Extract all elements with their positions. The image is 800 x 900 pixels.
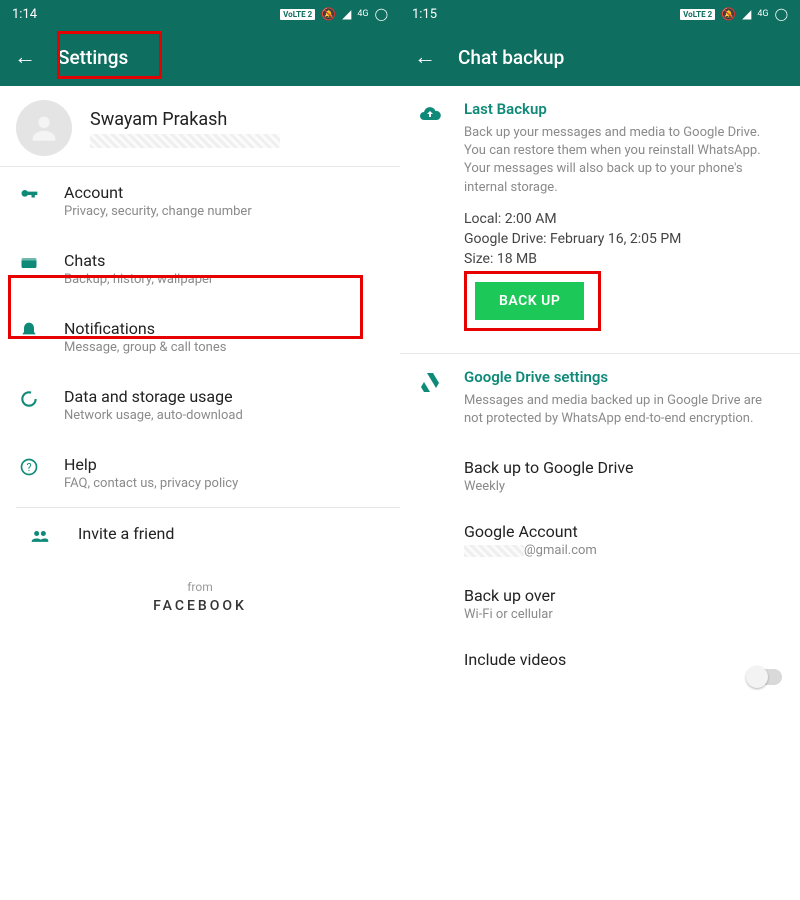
- volte-icon: VoLTE 2: [680, 9, 715, 20]
- profile-name: Swayam Prakash: [90, 109, 280, 130]
- local-time: Local: 2:00 AM: [464, 211, 784, 227]
- include-videos-toggle[interactable]: [748, 669, 782, 685]
- settings-screen: 1:14 VoLTE 2 🔕 ◢ 4G ◯ ← Settings Swayam …: [0, 0, 400, 900]
- row-sub: Weekly: [464, 479, 800, 494]
- row-sub: FAQ, contact us, privacy policy: [64, 476, 238, 491]
- page-title: Chat backup: [458, 46, 564, 69]
- status-bar: 1:14 VoLTE 2 🔕 ◢ 4G ◯: [0, 0, 400, 28]
- app-bar: ← Settings: [0, 28, 400, 86]
- last-backup-heading: Last Backup: [464, 100, 784, 118]
- bell-icon: [16, 319, 42, 341]
- row-title: Chats: [64, 251, 213, 270]
- people-icon: [16, 524, 64, 546]
- row-backup-frequency[interactable]: Back up to Google Drive Weekly: [400, 444, 800, 508]
- signal-icon: ◢: [342, 7, 351, 21]
- row-help[interactable]: ? Help FAQ, contact us, privacy policy: [0, 439, 400, 507]
- row-sub: Backup, history, wallpaper: [64, 272, 213, 287]
- row-sub: Message, group & call tones: [64, 340, 226, 355]
- help-icon: ?: [16, 455, 42, 477]
- network-icon: 4G: [357, 9, 368, 19]
- row-data-storage[interactable]: Data and storage usage Network usage, aut…: [0, 371, 400, 439]
- row-title: Invite a friend: [78, 524, 174, 543]
- data-icon: [16, 387, 42, 409]
- profile-row[interactable]: Swayam Prakash: [0, 86, 400, 166]
- mute-icon: 🔕: [321, 7, 336, 21]
- back-icon[interactable]: ←: [14, 44, 36, 70]
- clock: 1:15: [412, 7, 437, 22]
- backup-meta: Local: 2:00 AM Google Drive: February 16…: [464, 211, 784, 267]
- avatar: [16, 100, 72, 156]
- signal-icon: ◢: [742, 7, 751, 21]
- gdrive-settings-section: Google Drive settings Messages and media…: [400, 354, 800, 444]
- page-title: Settings: [58, 46, 128, 69]
- row-title: Back up to Google Drive: [464, 458, 800, 477]
- row-include-videos[interactable]: Include videos: [400, 636, 800, 683]
- row-notifications[interactable]: Notifications Message, group & call tones: [0, 303, 400, 371]
- status-icons: VoLTE 2 🔕 ◢ 4G ◯: [280, 7, 388, 21]
- backup-button[interactable]: BACK UP: [475, 282, 584, 320]
- status-bar: 1:15 VoLTE 2 🔕 ◢ 4G ◯: [400, 0, 800, 28]
- facebook-label: FACEBOOK: [0, 598, 400, 614]
- cloud-upload-icon: [416, 100, 444, 331]
- row-title: Help: [64, 455, 238, 474]
- backup-content: Last Backup Back up your messages and me…: [400, 86, 800, 900]
- row-title: Data and storage usage: [64, 387, 243, 406]
- row-title: Google Account: [464, 522, 800, 541]
- row-title: Notifications: [64, 319, 226, 338]
- volte-icon: VoLTE 2: [280, 9, 315, 20]
- status-icons: VoLTE 2 🔕 ◢ 4G ◯: [680, 7, 788, 21]
- row-backup-over[interactable]: Back up over Wi-Fi or cellular: [400, 572, 800, 636]
- row-sub: Wi-Fi or cellular: [464, 607, 800, 622]
- from-label: from: [0, 580, 400, 594]
- mute-icon: 🔕: [721, 7, 736, 21]
- loading-icon: ◯: [375, 7, 388, 21]
- row-title: Account: [64, 183, 252, 202]
- network-icon: 4G: [757, 9, 768, 19]
- row-sub: Privacy, security, change number: [64, 204, 252, 219]
- row-invite[interactable]: Invite a friend: [16, 507, 400, 562]
- last-backup-section: Last Backup Back up your messages and me…: [400, 86, 800, 347]
- gdrive-time: Google Drive: February 16, 2:05 PM: [464, 231, 784, 247]
- row-sub: @gmail.com: [464, 543, 800, 558]
- loading-icon: ◯: [775, 7, 788, 21]
- row-title: Include videos: [464, 650, 800, 669]
- backup-size: Size: 18 MB: [464, 251, 784, 267]
- settings-list: Swayam Prakash Account Privacy, security,…: [0, 86, 400, 900]
- app-bar: ← Chat backup: [400, 28, 800, 86]
- email-blurred: [464, 545, 524, 557]
- highlight-backup-button: BACK UP: [464, 271, 601, 331]
- gdrive-desc: Messages and media backed up in Google D…: [464, 392, 784, 428]
- key-icon: [16, 183, 42, 205]
- row-chats[interactable]: Chats Backup, history, wallpaper: [0, 235, 400, 303]
- row-sub: Network usage, auto-download: [64, 408, 243, 423]
- clock: 1:14: [12, 7, 37, 22]
- chat-icon: [16, 251, 42, 273]
- chat-backup-screen: 1:15 VoLTE 2 🔕 ◢ 4G ◯ ← Chat backup Last…: [400, 0, 800, 900]
- row-account[interactable]: Account Privacy, security, change number: [0, 167, 400, 235]
- gdrive-heading: Google Drive settings: [464, 368, 784, 386]
- svg-text:?: ?: [26, 461, 31, 474]
- profile-status-blurred: [90, 134, 280, 148]
- row-title: Back up over: [464, 586, 800, 605]
- last-backup-desc: Back up your messages and media to Googl…: [464, 124, 784, 197]
- row-google-account[interactable]: Google Account @gmail.com: [400, 508, 800, 572]
- google-drive-icon: [416, 368, 444, 428]
- back-icon[interactable]: ←: [414, 44, 436, 70]
